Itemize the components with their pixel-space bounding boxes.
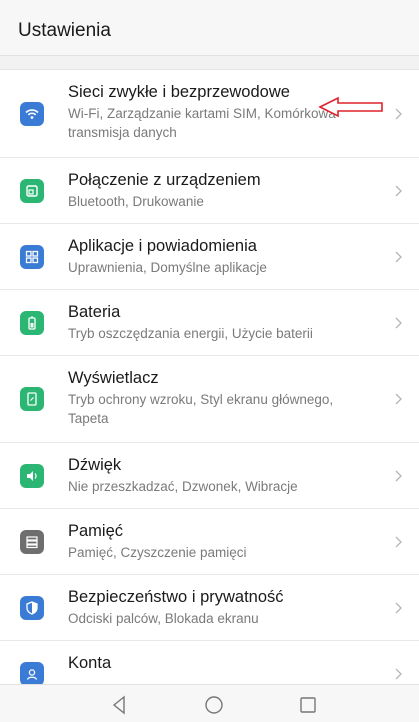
section-divider bbox=[0, 56, 419, 70]
setting-battery[interactable]: Bateria Tryb oszczędzania energii, Użyci… bbox=[0, 290, 419, 356]
setting-subtitle: Pamięć, Czyszczenie pamięci bbox=[68, 545, 247, 560]
app-bar: Ustawienia bbox=[0, 0, 419, 56]
chevron-right-icon bbox=[395, 668, 402, 680]
setting-storage[interactable]: Pamięć Pamięć, Czyszczenie pamięci bbox=[0, 509, 419, 575]
settings-content: Sieci zwykłe i bezprzewodowe Wi-Fi, Zarz… bbox=[0, 56, 419, 684]
setting-label: Wyświetlacz bbox=[68, 369, 159, 387]
home-icon[interactable] bbox=[203, 694, 225, 716]
red-arrow-annotation bbox=[318, 96, 383, 118]
settings-list: Sieci zwykłe i bezprzewodowe Wi-Fi, Zarz… bbox=[0, 70, 419, 684]
chevron-right-icon bbox=[395, 185, 402, 197]
setting-label: Bateria bbox=[68, 303, 121, 321]
setting-subtitle: Tryb oszczędzania energii, Użycie bateri… bbox=[68, 326, 313, 341]
chevron-right-icon bbox=[395, 602, 402, 614]
device-connection-icon bbox=[20, 179, 44, 203]
setting-security[interactable]: Bezpieczeństwo i prywatność Odciski palc… bbox=[0, 575, 419, 641]
wifi-icon bbox=[20, 102, 44, 126]
setting-subtitle: Uprawnienia, Domyślne aplikacje bbox=[68, 260, 267, 275]
setting-label: Bezpieczeństwo i prywatność bbox=[68, 588, 284, 606]
setting-subtitle: Bluetooth, Drukowanie bbox=[68, 194, 204, 209]
storage-icon bbox=[20, 530, 44, 554]
chevron-right-icon bbox=[395, 536, 402, 548]
chevron-right-icon bbox=[395, 251, 402, 263]
setting-label: Dźwięk bbox=[68, 456, 122, 474]
setting-label: Konta bbox=[68, 654, 112, 672]
recents-icon[interactable] bbox=[297, 694, 319, 716]
setting-label: Połączenie z urządzeniem bbox=[68, 171, 261, 189]
shield-icon bbox=[20, 596, 44, 620]
speaker-icon bbox=[20, 464, 44, 488]
setting-device-connection[interactable]: Połączenie z urządzeniem Bluetooth, Druk… bbox=[0, 158, 419, 224]
setting-label: Aplikacje i powiadomienia bbox=[68, 237, 257, 255]
setting-accounts[interactable]: Konta bbox=[0, 641, 419, 684]
apps-grid-icon bbox=[20, 245, 44, 269]
battery-icon bbox=[20, 311, 44, 335]
chevron-right-icon bbox=[395, 470, 402, 482]
display-icon bbox=[20, 387, 44, 411]
chevron-right-icon bbox=[395, 317, 402, 329]
page-title: Ustawienia bbox=[18, 20, 111, 41]
setting-subtitle: Odciski palców, Blokada ekranu bbox=[68, 611, 259, 626]
setting-subtitle: Tryb ochrony wzroku, Styl ekranu główneg… bbox=[68, 392, 334, 426]
setting-sound[interactable]: Dźwięk Nie przeszkadzać, Dzwonek, Wibrac… bbox=[0, 443, 419, 509]
setting-label: Pamięć bbox=[68, 522, 124, 540]
system-nav-bar bbox=[0, 684, 419, 722]
chevron-right-icon bbox=[395, 393, 402, 405]
setting-subtitle: Nie przeszkadzać, Dzwonek, Wibracje bbox=[68, 479, 298, 494]
setting-apps[interactable]: Aplikacje i powiadomienia Uprawnienia, D… bbox=[0, 224, 419, 290]
setting-networks[interactable]: Sieci zwykłe i bezprzewodowe Wi-Fi, Zarz… bbox=[0, 70, 419, 158]
chevron-right-icon bbox=[395, 108, 402, 120]
account-icon bbox=[20, 662, 44, 684]
setting-display[interactable]: Wyświetlacz Tryb ochrony wzroku, Styl ek… bbox=[0, 356, 419, 443]
back-icon[interactable] bbox=[109, 694, 131, 716]
